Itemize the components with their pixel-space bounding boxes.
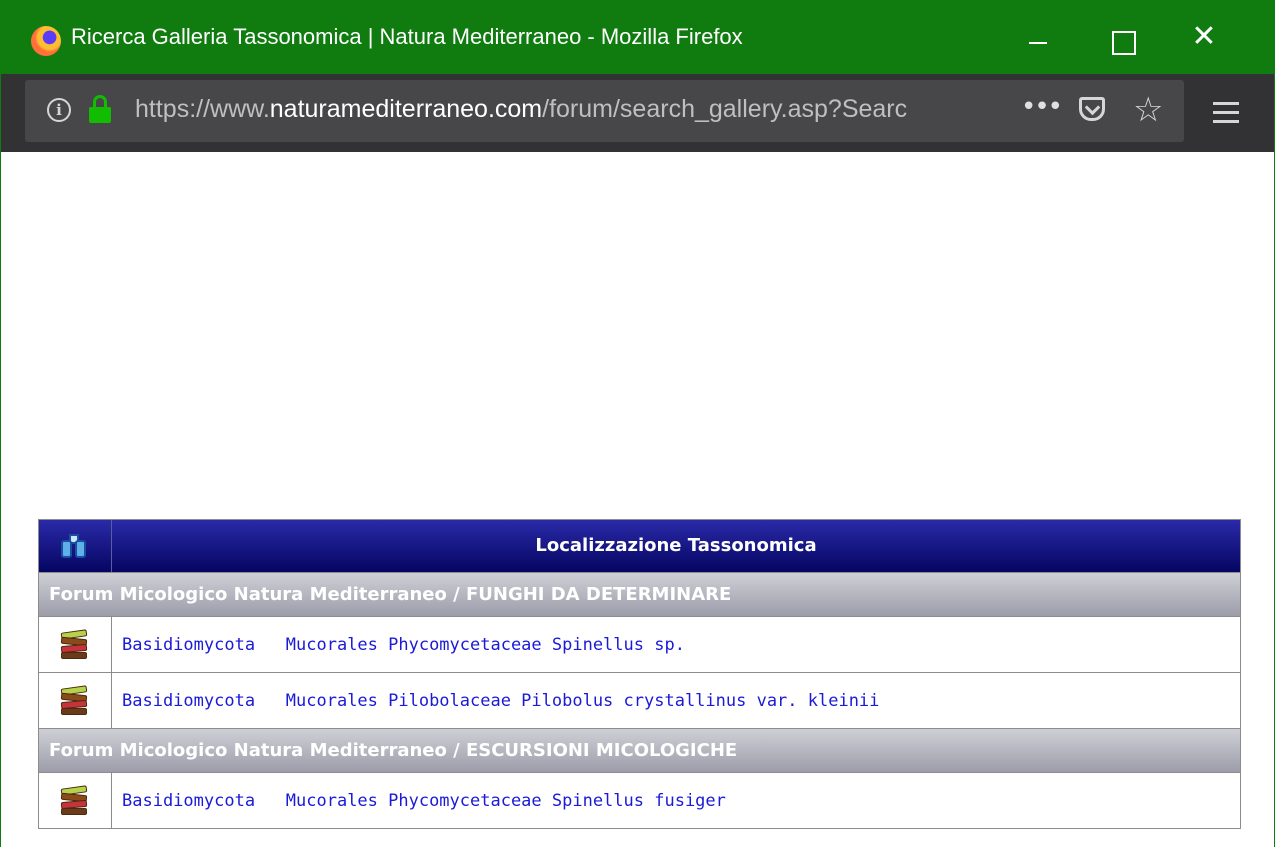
maximize-icon[interactable] [1094, 0, 1150, 74]
phylum-link[interactable]: Basidiomycota [122, 691, 255, 711]
url-path: /forum/search_gallery.asp?Searc [542, 95, 908, 123]
taxon-link[interactable]: Mucorales Phycomycetaceae Spinellus fusi… [286, 791, 726, 811]
minimize-icon[interactable] [1009, 0, 1065, 74]
table-row: Basidiomycota Mucorales Phycomycetaceae … [39, 772, 1240, 828]
url-fade [985, 88, 1015, 134]
header-icon-cell [39, 520, 112, 572]
pocket-icon[interactable] [1079, 97, 1105, 121]
page-content: Localizzazione Tassonomica Forum Micolog… [1, 152, 1274, 847]
url-host: naturamediterraneo.com [269, 95, 543, 123]
firefox-logo-icon [31, 26, 61, 56]
item-text: Basidiomycota Mucorales Pilobolaceae Pil… [112, 691, 879, 711]
url-prefix: https://www. [135, 95, 270, 123]
item-text: Basidiomycota Mucorales Phycomycetaceae … [112, 791, 726, 811]
table-row: Basidiomycota Mucorales Pilobolaceae Pil… [39, 672, 1240, 728]
url-text[interactable]: https://www.naturamediterraneo.com/forum… [135, 95, 1015, 124]
table-title: Localizzazione Tassonomica [535, 535, 817, 556]
forum-section-header: Forum Micologico Natura Mediterraneo / E… [39, 728, 1240, 772]
forum-title: Forum Micologico Natura Mediterraneo / F… [49, 584, 732, 605]
title-bar: Ricerca Galleria Tassonomica | Natura Me… [1, 0, 1274, 74]
phylum-link[interactable]: Basidiomycota [122, 635, 255, 655]
book-cell [39, 673, 112, 728]
taxon-link[interactable]: Mucorales Phycomycetaceae Spinellus sp. [286, 635, 685, 655]
item-text: Basidiomycota Mucorales Phycomycetaceae … [112, 635, 685, 655]
table-header: Localizzazione Tassonomica [39, 520, 1240, 572]
bookmark-star-icon[interactable]: ☆ [1133, 88, 1163, 132]
navigation-bar: i https://www.naturamediterraneo.com/for… [1, 74, 1274, 152]
lock-icon[interactable] [89, 95, 111, 123]
window-title: Ricerca Galleria Tassonomica | Natura Me… [71, 24, 743, 49]
more-icon[interactable]: ••• [1021, 92, 1063, 122]
taxon-link[interactable]: Mucorales Pilobolaceae Pilobolus crystal… [286, 691, 880, 711]
address-bar[interactable]: i https://www.naturamediterraneo.com/for… [25, 80, 1184, 142]
forum-section-header: Forum Micologico Natura Mediterraneo / F… [39, 572, 1240, 616]
binoculars-icon [61, 532, 87, 558]
taxonomy-table: Localizzazione Tassonomica Forum Micolog… [38, 519, 1241, 829]
menu-icon[interactable] [1213, 102, 1239, 124]
books-icon [60, 685, 89, 715]
table-row: Basidiomycota Mucorales Phycomycetaceae … [39, 616, 1240, 672]
books-icon [60, 629, 89, 659]
books-icon [60, 785, 89, 815]
book-cell [39, 773, 112, 828]
browser-window: Ricerca Galleria Tassonomica | Natura Me… [0, 0, 1275, 847]
close-icon[interactable]: ✕ [1176, 0, 1232, 74]
book-cell [39, 617, 112, 672]
info-icon[interactable]: i [47, 98, 71, 122]
phylum-link[interactable]: Basidiomycota [122, 791, 255, 811]
forum-title: Forum Micologico Natura Mediterraneo / E… [49, 740, 738, 761]
